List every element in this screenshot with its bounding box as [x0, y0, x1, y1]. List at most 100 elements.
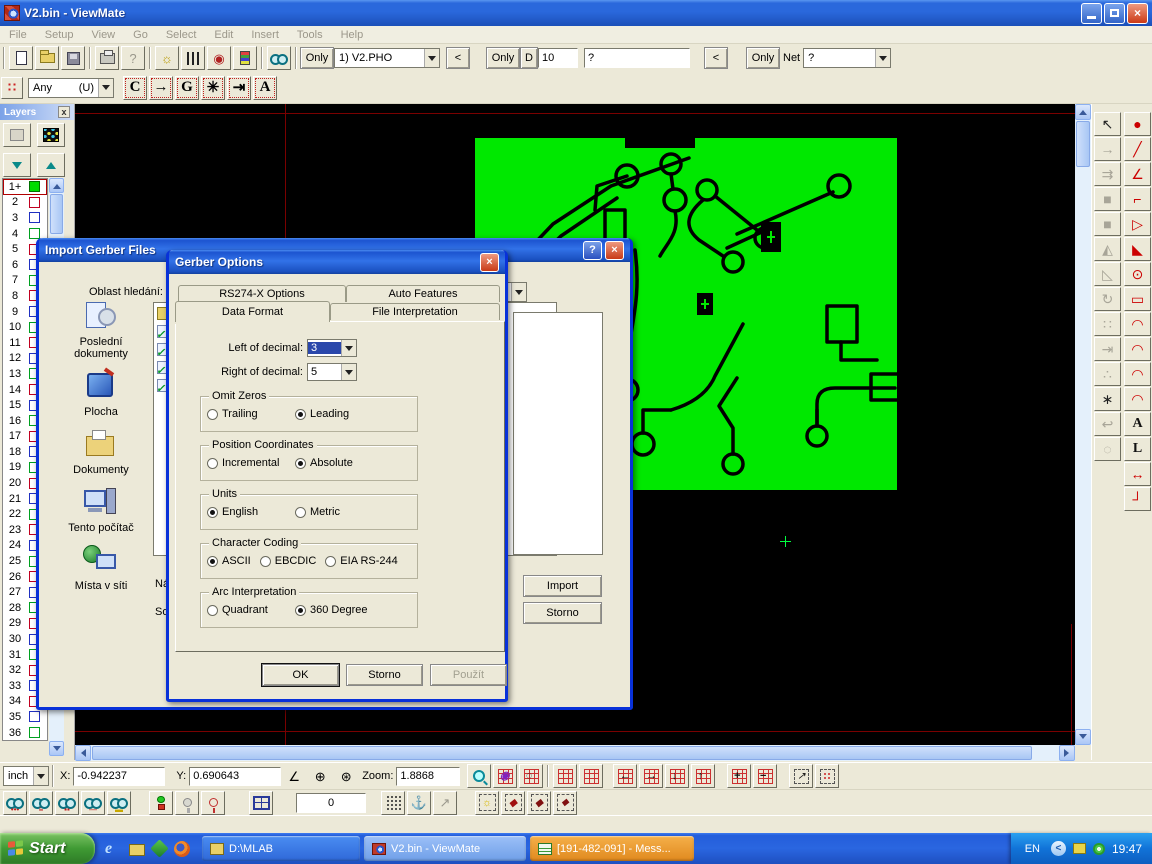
radio-icon[interactable] — [207, 605, 218, 616]
close-button[interactable]: × — [1127, 3, 1148, 24]
draw-corner-tool[interactable]: ⌐ — [1124, 187, 1151, 211]
y-coordinate-field[interactable]: 0.690643 — [189, 767, 281, 786]
menu-tools[interactable]: Tools — [288, 28, 332, 42]
selection-filter-button[interactable] — [1, 77, 23, 99]
layer-row-3[interactable]: 3 — [3, 210, 47, 226]
visibility-glasses-button[interactable] — [267, 46, 291, 70]
radio-icon[interactable] — [207, 507, 218, 518]
radio-option-quadrant[interactable]: Quadrant — [207, 604, 295, 616]
unit-combo-arrow[interactable] — [33, 767, 48, 785]
move-layer-tool[interactable]: ⇥ — [1094, 337, 1121, 361]
import-dialog-close-button[interactable]: × — [605, 241, 624, 260]
relative-origin-button[interactable]: ⊛ — [334, 764, 358, 788]
open-file-button[interactable] — [35, 46, 59, 70]
selected-files-list[interactable] — [513, 312, 603, 555]
prev-layer-button[interactable]: < — [446, 47, 470, 69]
start-button[interactable]: Start — [0, 833, 95, 864]
menu-select[interactable]: Select — [157, 28, 206, 42]
tab-rs274x-options[interactable]: RS274-X Options — [178, 285, 346, 302]
traces-mode-button[interactable]: ⇥ — [227, 76, 251, 100]
layer-color-swatch[interactable] — [29, 727, 40, 738]
x-coordinate-field[interactable]: -0.942237 — [73, 767, 165, 786]
canvas-scroll-right-button[interactable] — [1059, 745, 1075, 761]
skew-tool[interactable]: ◺ — [1094, 262, 1121, 286]
radio-option-absolute[interactable]: Absolute — [295, 457, 383, 469]
undo-tool[interactable]: ↩ — [1094, 412, 1121, 436]
radio-icon[interactable] — [295, 507, 306, 518]
menu-setup[interactable]: Setup — [36, 28, 83, 42]
rotate-tool[interactable]: ↻ — [1094, 287, 1121, 311]
place-network[interactable]: Místa v síti — [49, 544, 153, 592]
glasses-sketch-button[interactable]: ▬ — [107, 791, 131, 815]
zoom-out-button[interactable]: − — [753, 764, 777, 788]
pan-left-button[interactable]: ← — [613, 764, 637, 788]
lasso-select-tool[interactable]: ◌ — [1094, 437, 1121, 461]
import-button[interactable]: Import — [523, 575, 602, 597]
taskbar-task-msg[interactable]: [191-482-091] - Mess... — [530, 836, 694, 861]
radio-option-eia-rs-244[interactable]: EIA RS-244 — [325, 555, 397, 567]
canvas-scroll-down-button[interactable] — [1075, 729, 1091, 745]
menu-file[interactable]: File — [0, 28, 36, 42]
zoom-selection-button[interactable]: ◉ — [493, 764, 517, 788]
select-via-button[interactable]: ◆ — [553, 791, 577, 815]
prev-dcode-button[interactable]: < — [704, 47, 728, 69]
select-area-button[interactable] — [815, 764, 839, 788]
layers-scroll-up-button[interactable] — [49, 178, 64, 193]
dcode-view-button[interactable]: ◉ — [207, 46, 231, 70]
components-mode-button[interactable]: C — [123, 76, 147, 100]
goto-mode-button[interactable]: → — [149, 76, 173, 100]
layer-move-down-button[interactable] — [3, 153, 31, 177]
layer-color-swatch[interactable] — [29, 197, 40, 208]
draw-dimension-tool[interactable]: ↔ — [1124, 462, 1151, 486]
fill-area-tool[interactable]: ■ — [1094, 212, 1121, 236]
text-mode-button[interactable]: A — [253, 76, 277, 100]
canvas-scroll-up-button[interactable] — [1075, 104, 1091, 120]
layer-color-swatch[interactable] — [29, 711, 40, 722]
measure-distance-button[interactable]: ↗ — [433, 791, 457, 815]
radio-option-leading[interactable]: Leading — [295, 408, 383, 420]
radio-option-incremental[interactable]: Incremental — [207, 457, 295, 469]
dcode-button[interactable]: D — [520, 47, 538, 69]
radio-icon[interactable] — [207, 409, 218, 420]
draw-circle-tool[interactable]: ⊙ — [1124, 262, 1151, 286]
canvas-vertical-scrollbar[interactable] — [1075, 104, 1091, 745]
zoom-tool-button[interactable] — [467, 764, 491, 788]
pan-right-button[interactable]: → — [639, 764, 663, 788]
tab-auto-features[interactable]: Auto Features — [346, 285, 500, 302]
context-help-button[interactable]: ? — [121, 46, 145, 70]
zoom-in-button[interactable]: + — [727, 764, 751, 788]
place-computer[interactable]: Tento počítač — [49, 486, 153, 534]
mirror-tool[interactable]: ◭ — [1094, 237, 1121, 261]
radio-option-metric[interactable]: Metric — [295, 506, 383, 518]
gerber-options-apply-button[interactable]: Použít — [430, 664, 507, 686]
canvas-hscroll-thumb[interactable] — [92, 746, 1032, 760]
menu-insert[interactable]: Insert — [242, 28, 288, 42]
highlight-toggle-button[interactable] — [149, 791, 173, 815]
radio-icon[interactable] — [295, 605, 306, 616]
window-titlebar[interactable]: V2.bin - ViewMate × — [0, 0, 1152, 26]
layer-color-swatch[interactable] — [29, 228, 40, 239]
layers-panel-header[interactable]: Layers x — [0, 104, 74, 120]
radio-icon[interactable] — [260, 556, 271, 567]
layer-move-up-button[interactable] — [37, 153, 65, 177]
glasses-underline-button[interactable]: — — [81, 791, 105, 815]
draw-triangle-tool[interactable]: ◣ — [1124, 237, 1151, 261]
layer-colors-button[interactable] — [233, 46, 257, 70]
target-type-arrow[interactable] — [98, 79, 113, 97]
measure-tools-button[interactable] — [181, 46, 205, 70]
taskbar-task-app[interactable]: V2.bin - ViewMate — [364, 836, 526, 861]
only-layer-button[interactable]: Only — [300, 47, 334, 69]
print-button[interactable] — [95, 46, 119, 70]
radio-icon[interactable] — [325, 556, 336, 567]
new-file-button[interactable] — [9, 46, 33, 70]
restore-button[interactable] — [1104, 3, 1125, 24]
pan-down-button[interactable]: ↓ — [665, 764, 689, 788]
radio-icon[interactable] — [207, 458, 218, 469]
array-copy-tool[interactable]: ∷ — [1094, 312, 1121, 336]
lamp-outline-button[interactable] — [201, 791, 225, 815]
select-trace-button[interactable]: ◆ — [527, 791, 551, 815]
place-recent[interactable]: Poslednídokumenty — [49, 300, 153, 360]
radio-option-ascii[interactable]: ASCII — [207, 555, 251, 567]
draw-spline-tool[interactable]: ▷ — [1124, 212, 1151, 236]
snap-grid-button[interactable] — [381, 791, 405, 815]
